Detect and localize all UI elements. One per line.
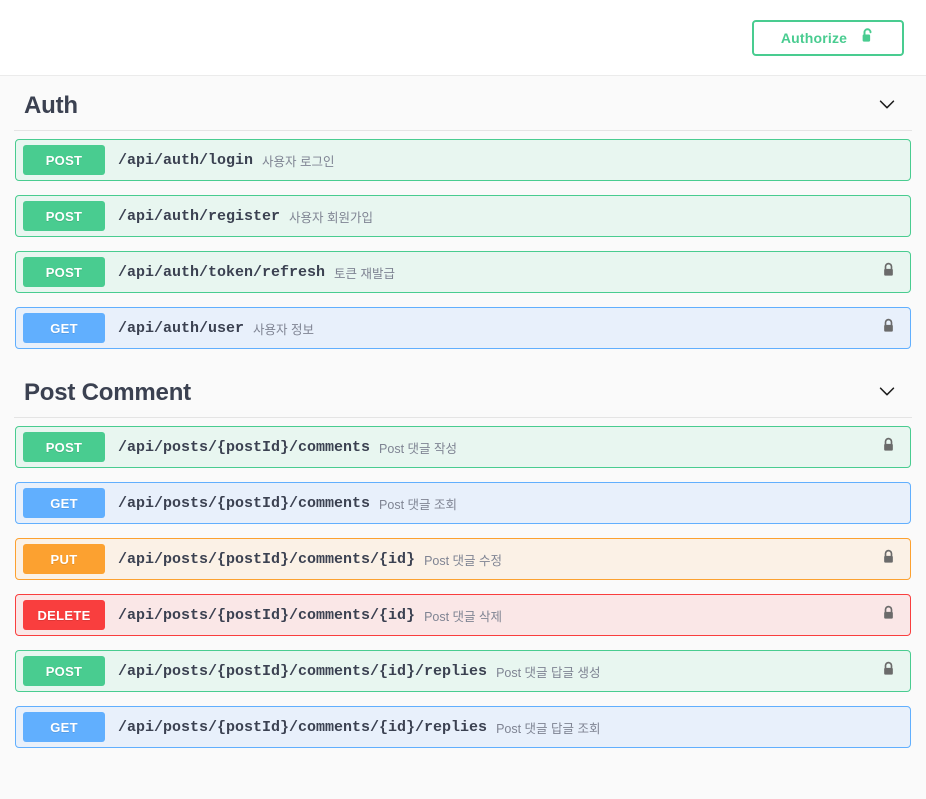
operation-row-get-1[interactable]: GET /api/posts/{postId}/comments Post 댓글… [15,482,911,524]
operation-description: Post 댓글 답글 생성 [496,665,601,680]
api-section-post-comment: Post Comment POST /api/posts/{postId}/co… [14,363,912,748]
operation-description: 사용자 로그인 [262,154,335,169]
operation-path: /api/posts/{postId}/comments/{id}/replie… [118,662,488,680]
unlock-icon [860,27,875,48]
lock-icon[interactable] [881,604,896,627]
operation-path: /api/auth/register [118,207,281,225]
api-section-auth: Auth POST /api/auth/login 사용자 로그인 POST /… [14,76,912,349]
operation-list: POST /api/posts/{postId}/comments Post 댓… [14,418,912,748]
operation-row-post-0[interactable]: POST /api/posts/{postId}/comments Post 댓… [15,426,911,468]
http-method-badge-get: GET [23,313,105,343]
authorize-button[interactable]: Authorize [752,19,904,56]
operation-row-post-1[interactable]: POST /api/auth/register 사용자 회원가입 [15,195,911,237]
lock-icon[interactable] [881,261,896,284]
operation-row-put-2[interactable]: PUT /api/posts/{postId}/comments/{id} Po… [15,538,911,580]
http-method-badge-put: PUT [23,544,105,574]
authorize-bar: Authorize [0,0,926,76]
lock-slot [881,651,896,691]
http-method-badge-post: POST [23,257,105,287]
section-title: Post Comment [24,379,191,406]
lock-slot [881,308,896,348]
operation-row-post-4[interactable]: POST /api/posts/{postId}/comments/{id}/r… [15,650,911,692]
operation-description: Post 댓글 답글 조회 [496,721,601,736]
section-header-auth[interactable]: Auth [14,76,912,131]
http-method-badge-get: GET [23,712,105,742]
operation-row-post-0[interactable]: POST /api/auth/login 사용자 로그인 [15,139,911,181]
operation-description: 사용자 정보 [253,322,315,337]
lock-icon[interactable] [881,436,896,459]
operation-description: Post 댓글 조회 [379,497,458,512]
http-method-badge-post: POST [23,201,105,231]
operation-description: 사용자 회원가입 [289,210,374,225]
lock-icon[interactable] [881,548,896,571]
operation-path: /api/auth/login [118,151,254,169]
http-method-badge-post: POST [23,432,105,462]
operation-row-post-2[interactable]: POST /api/auth/token/refresh 토큰 재발급 [15,251,911,293]
operation-description: Post 댓글 작성 [379,441,458,456]
section-header-post-comment[interactable]: Post Comment [14,363,912,418]
lock-slot [881,539,896,579]
sections-root: Auth POST /api/auth/login 사용자 로그인 POST /… [14,76,912,748]
operation-path: /api/posts/{postId}/comments/{id} [118,550,416,568]
operation-list: POST /api/auth/login 사용자 로그인 POST /api/a… [14,131,912,349]
chevron-down-icon[interactable] [876,93,898,120]
http-method-badge-post: POST [23,145,105,175]
operation-path: /api/auth/token/refresh [118,263,326,281]
operation-description: Post 댓글 삭제 [424,609,503,624]
api-operations-list: Auth POST /api/auth/login 사용자 로그인 POST /… [0,76,926,799]
operation-path: /api/posts/{postId}/comments [118,494,371,512]
operation-path: /api/posts/{postId}/comments/{id}/replie… [118,718,488,736]
lock-slot [881,595,896,635]
http-method-badge-get: GET [23,488,105,518]
authorize-button-label: Authorize [780,29,848,46]
operation-description: Post 댓글 수정 [424,553,503,568]
chevron-down-icon[interactable] [876,380,898,407]
operation-row-delete-3[interactable]: DELETE /api/posts/{postId}/comments/{id}… [15,594,911,636]
operation-path: /api/posts/{postId}/comments [118,438,371,456]
operation-row-get-3[interactable]: GET /api/auth/user 사용자 정보 [15,307,911,349]
operation-path: /api/posts/{postId}/comments/{id} [118,606,416,624]
section-title: Auth [24,92,78,119]
lock-icon[interactable] [881,660,896,683]
operation-row-get-5[interactable]: GET /api/posts/{postId}/comments/{id}/re… [15,706,911,748]
lock-slot [881,252,896,292]
operation-description: 토큰 재발급 [334,266,396,281]
http-method-badge-post: POST [23,656,105,686]
lock-icon[interactable] [881,317,896,340]
lock-slot [881,427,896,467]
operation-path: /api/auth/user [118,319,245,337]
http-method-badge-delete: DELETE [23,600,105,630]
